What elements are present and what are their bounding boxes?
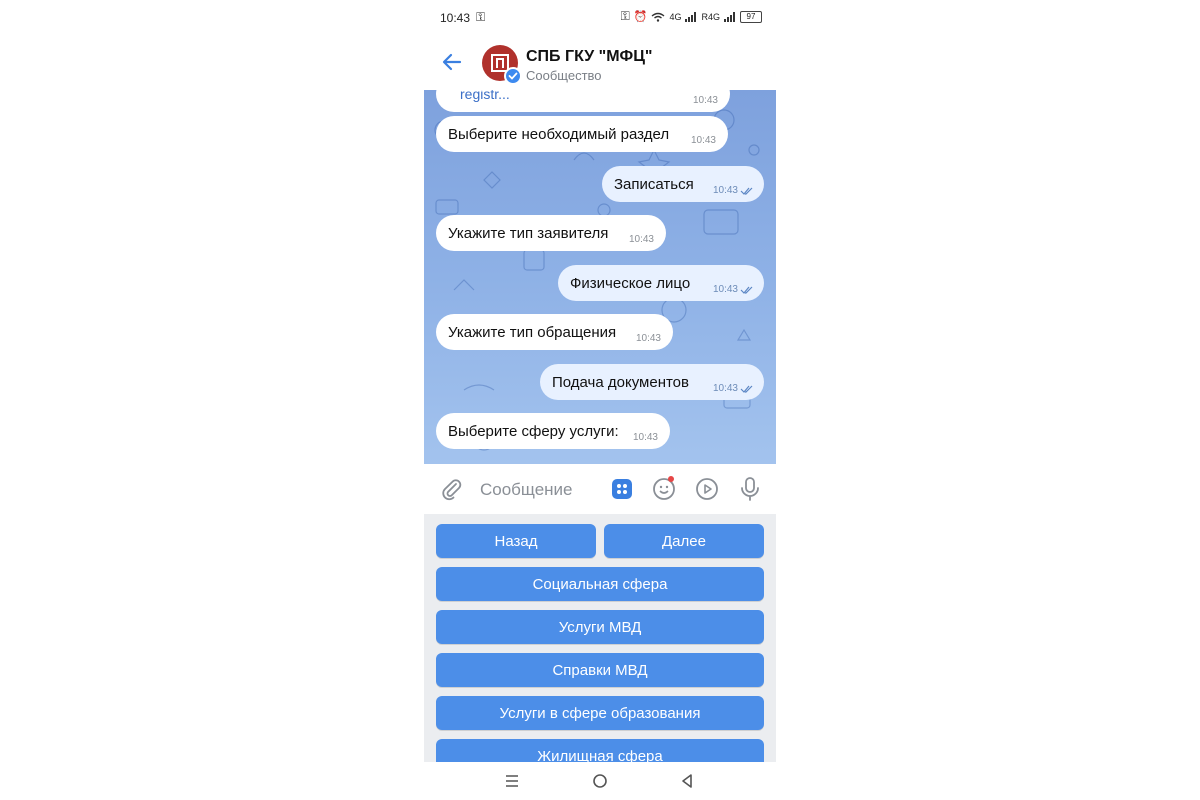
phone-screen: 10:43 ⚿ ⚿ ⏰ 4G R4G 97 СПБ ГКУ "МФЦ" Сооб… (424, 0, 776, 800)
message-time: 10:43 (690, 135, 716, 146)
message-input[interactable]: Сообщение (480, 480, 573, 500)
network-label-1: 4G (669, 11, 682, 22)
mvd-certificates-button[interactable]: Справки МВД (436, 653, 764, 687)
message-bubble: Выберите сферу услуги: 10:43 (436, 413, 670, 449)
nav-back-icon[interactable] (679, 773, 695, 789)
signal-icon (724, 11, 735, 22)
read-ticks-icon (740, 385, 753, 393)
read-ticks-icon (740, 187, 753, 195)
message-time: 10:43 (712, 284, 738, 295)
message-text: Записаться (614, 175, 694, 193)
message-text: Физическое лицо (570, 274, 691, 292)
message-link[interactable]: registr... (460, 90, 510, 102)
notification-dot (668, 476, 674, 482)
chat-title[interactable]: СПБ ГКУ "МФЦ" (526, 48, 652, 66)
message-composer: Сообщение (424, 464, 776, 514)
message-bubble: Выберите необходимый раздел 10:43 (436, 116, 728, 152)
key-icon: ⚿ (620, 9, 630, 23)
message-bubble: Записаться 10:43 (602, 166, 764, 202)
education-services-button[interactable]: Услуги в сфере образования (436, 696, 764, 730)
signal-icon (685, 11, 697, 22)
back-arrow-icon[interactable] (440, 50, 464, 74)
attach-icon[interactable] (440, 477, 464, 501)
mvd-services-button[interactable]: Услуги МВД (436, 610, 764, 644)
chat-header: СПБ ГКУ "МФЦ" Сообщество (424, 36, 776, 90)
video-message-icon[interactable] (695, 477, 719, 501)
recent-apps-icon[interactable] (504, 773, 520, 789)
message-bubble: Укажите тип обращения 10:43 (436, 314, 673, 350)
message-text: Выберите сферу услуги: (448, 422, 619, 440)
housing-sphere-button[interactable]: Жилищная сфера (436, 739, 764, 762)
avatar[interactable] (482, 45, 522, 85)
system-nav-bar (424, 762, 776, 800)
key-icon: ⚿ (476, 10, 486, 24)
message-time: 10:43 (628, 234, 654, 245)
microphone-icon[interactable] (738, 476, 762, 502)
message-time: 10:43 (712, 185, 738, 196)
message-bubble-partial: registr... 10:43 (436, 90, 730, 112)
wifi-icon (652, 12, 665, 22)
status-icons: ⚿ ⏰ 4G R4G 97 (621, 9, 762, 24)
bot-keyboard: Назад Далее Социальная сфера Услуги МВД … (424, 514, 776, 762)
verified-icon (504, 67, 522, 85)
message-text: Укажите тип обращения (448, 323, 617, 341)
message-time: 10:43 (692, 95, 718, 106)
social-sphere-button[interactable]: Социальная сфера (436, 567, 764, 601)
message-time: 10:43 (712, 383, 738, 394)
back-button[interactable]: Назад (436, 524, 596, 558)
message-bubble: Укажите тип заявителя 10:43 (436, 215, 666, 251)
status-bar: 10:43 ⚿ ⚿ ⏰ 4G R4G 97 (424, 0, 776, 36)
message-bubble: Подача документов 10:43 (540, 364, 764, 400)
message-text: Укажите тип заявителя (448, 224, 609, 242)
read-ticks-icon (740, 286, 753, 294)
alarm-icon: ⏰ (633, 11, 648, 23)
bot-keyboard-icon[interactable] (610, 477, 634, 501)
home-icon[interactable] (592, 773, 608, 789)
status-time: 10:43 (440, 11, 471, 25)
message-time: 10:43 (632, 432, 658, 443)
network-label-2: R4G (701, 11, 720, 22)
message-text: Подача документов (552, 373, 689, 391)
message-text: Выберите необходимый раздел (448, 125, 670, 143)
message-bubble: Физическое лицо 10:43 (558, 265, 764, 301)
battery-icon: 97 (740, 10, 762, 23)
message-time: 10:43 (635, 333, 661, 344)
message-list[interactable]: registr... 10:43 Выберите необходимый ра… (424, 90, 776, 464)
next-button[interactable]: Далее (604, 524, 764, 558)
chat-subtitle: Сообщество (526, 68, 602, 83)
